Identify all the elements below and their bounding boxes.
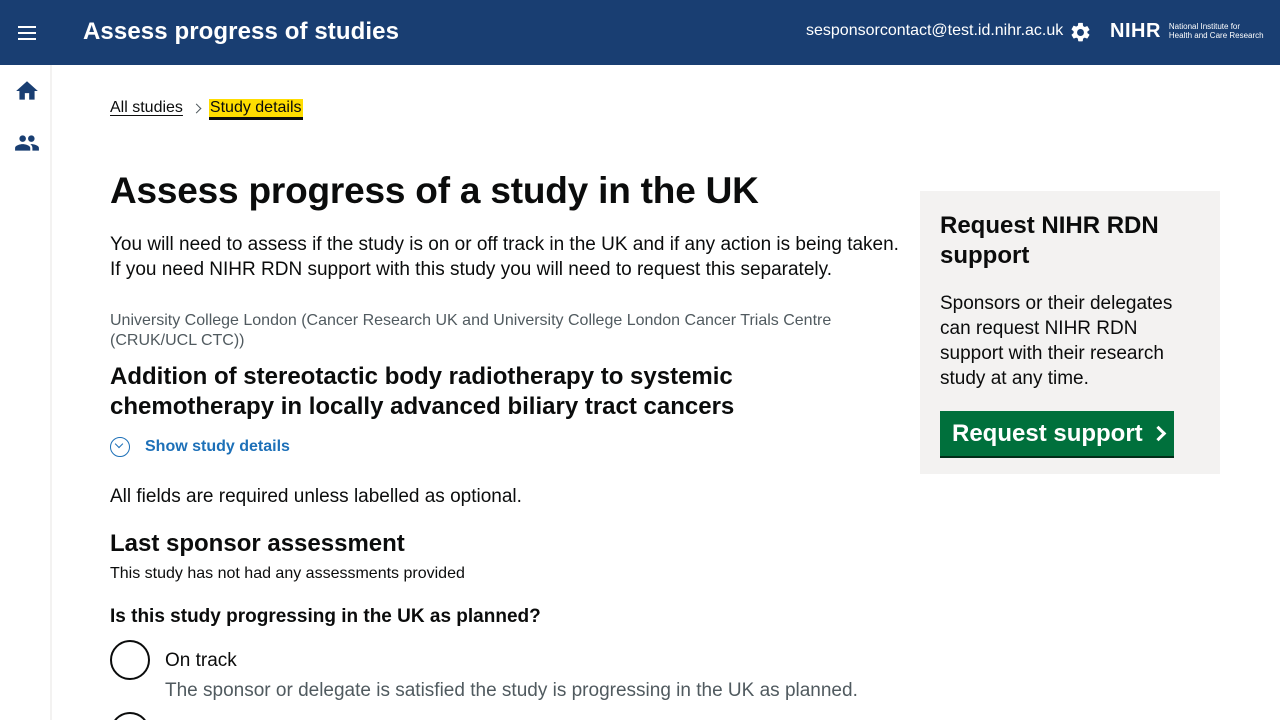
home-icon[interactable] (14, 78, 40, 104)
logo-main-text: NIHR (1110, 19, 1161, 42)
request-support-panel: Request NIHR RDN support Sponsors or the… (920, 191, 1220, 474)
panel-title: Request NIHR RDN support (940, 212, 1159, 269)
side-navigation (0, 65, 52, 720)
breadcrumb: All studies Study details (110, 96, 303, 120)
radio-on-track[interactable] (110, 640, 150, 680)
progress-question: Is this study progressing in the UK as p… (110, 606, 541, 627)
radio-on-track-hint: The sponsor or delegate is satisfied the… (165, 680, 858, 701)
breadcrumb-study-details[interactable]: Study details (208, 99, 303, 117)
chevron-right-icon (191, 103, 202, 113)
chevron-down-circle-icon (110, 437, 130, 457)
request-support-button[interactable]: Request support (940, 411, 1174, 456)
sponsor-organisation: University College London (Cancer Resear… (110, 312, 832, 349)
gear-icon[interactable] (1069, 21, 1092, 44)
page-title: Assess progress of a study in the UK (110, 170, 759, 211)
logo-sub-text: National Institute for Health and Care R… (1168, 22, 1264, 40)
radio-off-track[interactable] (110, 712, 150, 720)
last-assessment-text: This study has not had any assessments p… (110, 565, 465, 582)
menu-icon[interactable] (14, 20, 40, 46)
nihr-logo[interactable]: NIHR National Institute for Health and C… (1110, 18, 1264, 44)
breadcrumb-all-studies[interactable]: All studies (110, 99, 183, 117)
people-icon[interactable] (14, 130, 40, 156)
chevron-right-icon (1150, 425, 1166, 442)
radio-on-track-label[interactable]: On track (165, 650, 237, 672)
required-fields-note: All fields are required unless labelled … (110, 486, 522, 507)
intro-text: You will need to assess if the study is … (110, 234, 899, 280)
user-email: sesponsorcontact@test.id.nihr.ac.uk (806, 22, 1064, 39)
study-title: Addition of stereotactic body radiothera… (110, 363, 735, 420)
app-title: Assess progress of studies (83, 18, 400, 45)
last-assessment-heading: Last sponsor assessment (110, 530, 405, 557)
request-support-label: Request support (952, 419, 1143, 447)
show-study-details-label: Show study details (145, 438, 290, 455)
show-study-details-toggle[interactable]: Show study details (110, 437, 290, 457)
top-header: Assess progress of studies sesponsorcont… (0, 0, 1280, 65)
panel-body: Sponsors or their delegates can request … (940, 293, 1173, 389)
